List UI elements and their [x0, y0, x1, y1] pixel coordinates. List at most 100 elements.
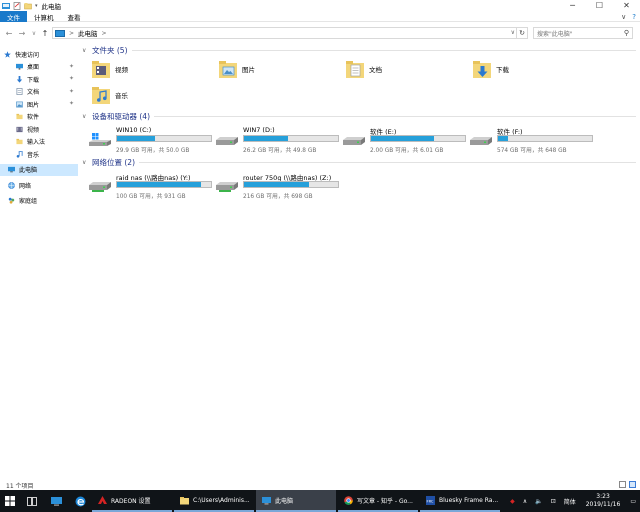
volume-icon[interactable]: 🔈 — [535, 498, 542, 505]
group-header-devices[interactable]: ∨ 设备和驱动器 (4) — [80, 110, 640, 122]
sidebar-item-documents[interactable]: 文档 ✦ — [0, 86, 78, 99]
pinned-edge-button[interactable] — [68, 490, 92, 512]
group-header-network[interactable]: ∨ 网络位置 (2) — [80, 156, 640, 168]
taskbar-app-this-pc[interactable]: 此电脑 — [256, 490, 336, 512]
forward-button[interactable]: → — [17, 27, 27, 39]
folder-item-videos[interactable]: 视频 — [92, 56, 128, 82]
maximize-button[interactable]: ☐ — [586, 0, 613, 11]
drive-usage-bar — [116, 181, 212, 188]
pictures-icon — [16, 101, 23, 108]
drive-item-e[interactable]: 软件 (E:) 2.00 GB 可用，共 6.01 GB — [343, 126, 468, 154]
sidebar-item-pictures[interactable]: 图片 ✦ — [0, 98, 78, 111]
sidebar-item-homegroup[interactable]: 家庭组 — [0, 195, 78, 208]
taskbar-app-radeon[interactable]: RADEON 设置 — [92, 490, 172, 512]
windows-logo-icon — [5, 496, 15, 506]
tab-computer[interactable]: 计算机 — [27, 11, 61, 22]
drive-usage-bar — [243, 181, 339, 188]
sidebar-item-downloads[interactable]: 下载 ✦ — [0, 73, 78, 86]
clock[interactable]: 3:23 2019/11/16 — [586, 493, 621, 509]
tab-view[interactable]: 查看 — [61, 11, 88, 22]
taskbar-app-label: RADEON 设置 — [111, 497, 151, 505]
minimize-button[interactable]: ─ — [559, 0, 586, 11]
chrome-icon — [344, 495, 353, 505]
close-button[interactable]: ✕ — [613, 0, 640, 11]
frc-icon: FRC — [426, 495, 435, 505]
collapse-chevron-icon[interactable]: ∨ — [82, 47, 92, 54]
tab-file[interactable]: 文件 — [0, 11, 27, 22]
network-drive-item-y[interactable]: raid nas (\\路由nas) (Y:) 100 GB 可用，共 931 … — [89, 172, 214, 200]
item-count: 11 个项目 — [6, 482, 34, 490]
sidebar-item-input-method[interactable]: 输入法 — [0, 136, 78, 149]
sidebar-item-software[interactable]: 软件 — [0, 111, 78, 124]
drive-item-f[interactable]: 软件 (F:) 574 GB 可用，共 648 GB — [470, 126, 595, 154]
breadcrumb-separator[interactable]: > — [102, 30, 107, 37]
help-icon[interactable]: ? — [632, 13, 636, 21]
folder-item-documents[interactable]: 文档 — [346, 56, 382, 82]
system-tray: ◆ ∧ 🔈 ⊡ 简体 3:23 2019/11/16 ▭ — [506, 490, 640, 512]
network-drives-row: raid nas (\\路由nas) (Y:) 100 GB 可用，共 931 … — [80, 168, 640, 200]
network-tray-icon[interactable]: ⊡ — [551, 498, 556, 505]
sidebar-item-label: 音乐 — [27, 151, 40, 159]
hard-drive-icon — [470, 137, 492, 145]
svg-text:FRC: FRC — [427, 499, 434, 503]
pinned-explorer-button[interactable] — [44, 490, 68, 512]
collapse-chevron-icon[interactable]: ∨ — [82, 113, 92, 120]
customize-qat-chevron-icon[interactable]: ▾ — [35, 3, 38, 9]
taskbar-app-chrome[interactable]: 写文章 - 知乎 - Go... — [338, 490, 418, 512]
breadcrumb-separator[interactable]: > — [69, 30, 74, 37]
title-bar: ▾ 此电脑 ─ ☐ ✕ — [0, 0, 640, 11]
sidebar-item-quick-access[interactable]: 快速访问 — [0, 48, 78, 61]
task-view-button[interactable] — [20, 490, 44, 512]
sidebar-item-videos[interactable]: 视频 — [0, 123, 78, 136]
collapse-chevron-icon[interactable]: ∨ — [82, 159, 92, 166]
sidebar-item-music[interactable]: 音乐 — [0, 148, 78, 161]
address-row: ← → ∨ ↑ > 此电脑 > ∨ ↻ 搜索"此电脑" ⚲ — [0, 26, 640, 40]
new-folder-icon[interactable] — [24, 2, 32, 10]
up-button[interactable]: ↑ — [40, 27, 50, 39]
drive-usage-bar — [497, 135, 593, 142]
tiles-view-icon[interactable] — [629, 481, 636, 488]
group-title: 网络位置 (2) — [92, 157, 136, 167]
search-placeholder: 搜索"此电脑" — [537, 30, 573, 38]
refresh-button[interactable]: ↻ — [516, 27, 527, 39]
search-icon[interactable]: ⚲ — [624, 29, 629, 37]
radeon-tray-icon[interactable]: ◆ — [510, 498, 515, 505]
drives-row: WIN10 (C:) 29.9 GB 可用，共 50.0 GB WIN7 (D:… — [80, 122, 640, 154]
address-bar[interactable]: > 此电脑 > ∨ ↻ — [52, 27, 528, 39]
sidebar-item-desktop[interactable]: 桌面 ✦ — [0, 61, 78, 74]
details-view-icon[interactable] — [619, 481, 626, 488]
videos-folder-icon — [92, 61, 110, 78]
explorer-app-icon[interactable] — [2, 2, 10, 10]
sidebar-item-label: 图片 — [27, 101, 40, 109]
sidebar-item-label: 输入法 — [27, 139, 46, 147]
folder-item-downloads[interactable]: 下载 — [473, 56, 509, 82]
sidebar-item-this-pc[interactable]: 此电脑 — [0, 163, 78, 176]
start-button[interactable] — [0, 490, 20, 512]
expand-ribbon-chevron-icon[interactable]: ∨ — [621, 13, 626, 21]
drive-item-c[interactable]: WIN10 (C:) 29.9 GB 可用，共 50.0 GB — [89, 126, 214, 154]
address-dropdown-chevron-icon[interactable]: ∨ — [511, 29, 515, 36]
recent-locations-chevron-icon[interactable]: ∨ — [29, 27, 39, 39]
search-input[interactable]: 搜索"此电脑" ⚲ — [533, 27, 633, 39]
download-icon — [16, 75, 23, 83]
folder-item-music[interactable]: 音乐 — [92, 82, 128, 108]
breadcrumb-this-pc[interactable]: 此电脑 — [78, 28, 98, 38]
group-divider — [154, 115, 636, 117]
group-header-folders[interactable]: ∨ 文件夹 (5) — [80, 44, 640, 56]
taskbar-app-frc[interactable]: FRC Bluesky Frame Ra... — [420, 490, 500, 512]
taskbar-app-folder[interactable]: C:\Users\Adminis... — [174, 490, 254, 512]
ime-indicator[interactable]: 简体 — [564, 497, 576, 506]
star-icon — [4, 51, 11, 58]
back-button[interactable]: ← — [4, 27, 14, 39]
show-hidden-icons-chevron-icon[interactable]: ∧ — [523, 498, 527, 505]
folder-item-pictures[interactable]: 图片 — [219, 56, 255, 82]
notifications-icon[interactable]: ▭ — [630, 498, 636, 505]
documents-icon — [16, 88, 23, 96]
sidebar-item-network[interactable]: 网络 — [0, 179, 78, 192]
drive-item-d[interactable]: WIN7 (D:) 26.2 GB 可用，共 49.8 GB — [216, 126, 341, 154]
network-drive-item-z[interactable]: router 750g (\\路由nas) (Z:) 216 GB 可用，共 6… — [216, 172, 341, 200]
properties-icon[interactable] — [13, 1, 21, 10]
ribbon-tabs: 文件 计算机 查看 ∨ ? — [0, 11, 640, 22]
folder-icon — [180, 496, 189, 504]
drive-usage-bar — [370, 135, 466, 142]
